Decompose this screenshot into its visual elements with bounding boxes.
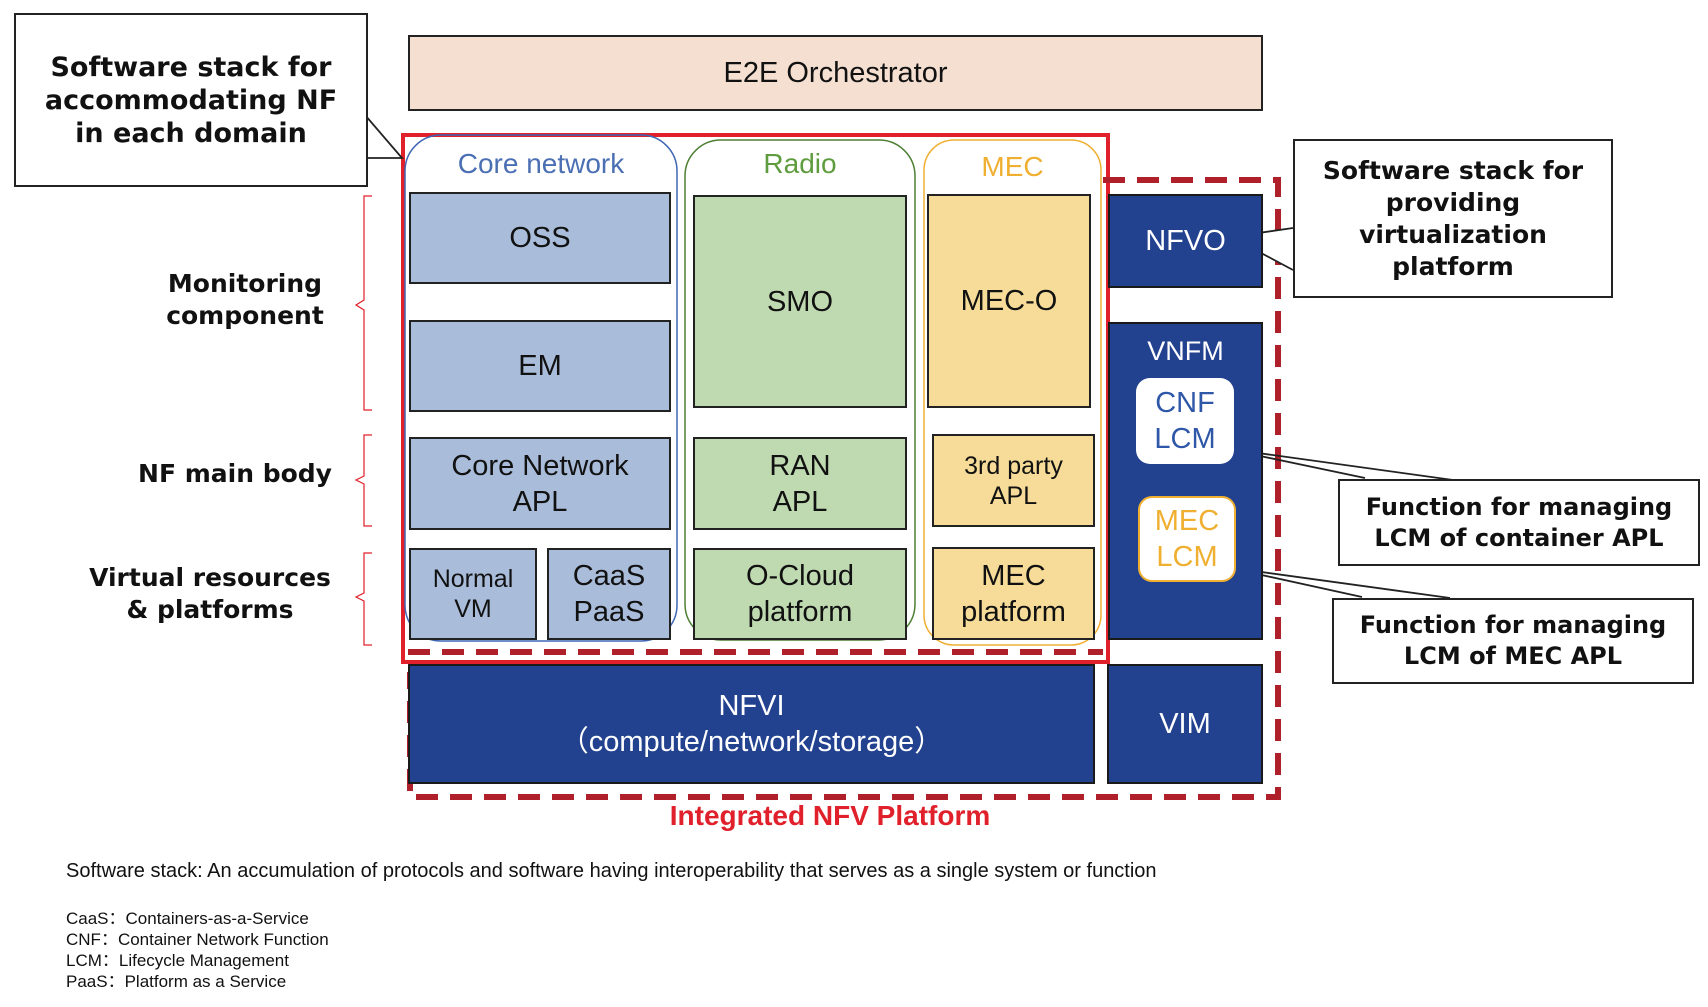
mec-lcm-box: MEC LCM	[1138, 496, 1236, 582]
smo-box: SMO	[693, 195, 907, 408]
layer-label-line: Monitoring	[167, 269, 323, 298]
layer-label-line: Virtual resources	[89, 563, 331, 592]
mec-lcm-line: LCM	[1156, 541, 1218, 573]
apl-line: APL	[772, 485, 828, 518]
mec-platform-box: MEC platform	[932, 547, 1095, 640]
nfvi-box: NFVI （compute/network/storage）	[408, 664, 1095, 784]
software-stack-definition: Software stack: An accumulation of proto…	[66, 860, 1157, 882]
e2e-orchestrator-box: E2E Orchestrator	[408, 35, 1263, 111]
apl-line: Core Network	[451, 449, 629, 482]
core-network-apl-box: Core Network APL	[409, 437, 671, 530]
domain-title-mec: MEC	[981, 151, 1044, 182]
abbreviation-legend: CaaS：Containers-as-a-Service CNF：Contain…	[66, 908, 566, 992]
layer-label-monitoring: Monitoring component	[140, 268, 350, 332]
ran-apl-box: RAN APL	[693, 437, 907, 530]
vnfm-box: VNFM CNF LCM MEC LCM	[1108, 322, 1263, 640]
abbreviation-item: CNF：Container Network Function	[66, 930, 329, 949]
caas-paas-box: CaaS PaaS	[547, 548, 671, 640]
integrated-nfv-platform-label: Integrated NFV Platform	[669, 800, 991, 831]
platform-line: MEC	[981, 559, 1046, 592]
callout-line: Software stack for	[1322, 155, 1584, 185]
third-party-apl-box: 3rd party APL	[932, 434, 1095, 527]
o-cloud-platform-box: O-Cloud platform	[693, 548, 907, 640]
layer-label-line: NF main body	[138, 459, 332, 488]
vm-line: Normal	[432, 565, 514, 593]
nf-main-brace	[354, 434, 372, 527]
cnf-lcm-line: CNF	[1155, 387, 1215, 419]
callout-nf-stack: Software stack for accommodating NF in e…	[14, 13, 368, 187]
callout-line: Function for managing	[1359, 611, 1667, 639]
callout-virtualization-stack: Software stack for providing virtualizat…	[1293, 139, 1613, 298]
nf-stack-callout-pointer	[364, 114, 404, 159]
em-box: EM	[409, 320, 671, 412]
vnfm-label: VNFM	[1147, 336, 1224, 366]
mec-lcm-line: MEC	[1154, 505, 1220, 537]
domain-title-radio: Radio	[763, 148, 837, 179]
vim-label: VIM	[1159, 708, 1211, 740]
apl-line: RAN	[769, 449, 831, 482]
mec-o-box: MEC-O	[927, 194, 1091, 408]
cnf-lcm-line: LCM	[1154, 423, 1216, 455]
abbreviation-item: CaaS：Containers-as-a-Service	[66, 909, 309, 928]
virtual-brace	[354, 552, 372, 646]
abbreviation-item: LCM：Lifecycle Management	[66, 951, 289, 970]
callout-line: accommodating NF	[44, 84, 338, 116]
platform-line: platform	[747, 596, 853, 628]
caas-line: CaaS	[572, 560, 646, 592]
layer-label-line: & platforms	[126, 595, 294, 624]
oss-label: OSS	[509, 222, 571, 254]
monitoring-brace	[354, 195, 372, 411]
caas-line: PaaS	[573, 596, 645, 628]
vm-line: VM	[454, 595, 492, 623]
apl-line: 3rd party	[964, 451, 1063, 480]
callout-line: Software stack for	[50, 51, 332, 83]
oss-box: OSS	[409, 192, 671, 284]
callout-mec-lcm-function: Function for managing LCM of MEC APL	[1332, 598, 1694, 684]
layer-label-line: component	[166, 301, 324, 330]
platform-line: platform	[961, 595, 1066, 628]
e2e-orchestrator-label: E2E Orchestrator	[723, 57, 948, 89]
callout-line: platform	[1392, 251, 1514, 281]
nfvi-label: NFVI	[718, 690, 785, 722]
smo-label: SMO	[766, 285, 834, 318]
abbreviation-item: PaaS：Platform as a Service	[66, 972, 287, 991]
callout-cnf-lcm-function: Function for managing LCM of container A…	[1338, 479, 1700, 566]
em-label: EM	[518, 350, 562, 382]
nfvo-box: NFVO	[1108, 194, 1263, 288]
apl-line: APL	[512, 485, 568, 518]
domain-title-core: Core network	[457, 148, 625, 179]
platform-line: O-Cloud	[746, 560, 854, 592]
nfvi-sublabel: （compute/network/storage）	[559, 726, 944, 758]
cnf-lcm-box: CNF LCM	[1136, 378, 1234, 464]
nfvo-label: NFVO	[1145, 225, 1226, 257]
mec-o-label: MEC-O	[960, 285, 1058, 317]
vim-box: VIM	[1107, 664, 1263, 784]
callout-line: providing virtualization	[1359, 187, 1547, 249]
layer-label-nf-main: NF main body	[120, 458, 350, 490]
apl-line: APL	[989, 481, 1038, 510]
callout-line: Function for managing	[1365, 492, 1673, 521]
callout-line: LCM of MEC APL	[1403, 642, 1623, 670]
normal-vm-box: Normal VM	[409, 548, 537, 640]
callout-line: LCM of container APL	[1374, 523, 1664, 552]
layer-label-virtual: Virtual resources & platforms	[80, 562, 340, 626]
callout-line: in each domain	[75, 117, 307, 149]
